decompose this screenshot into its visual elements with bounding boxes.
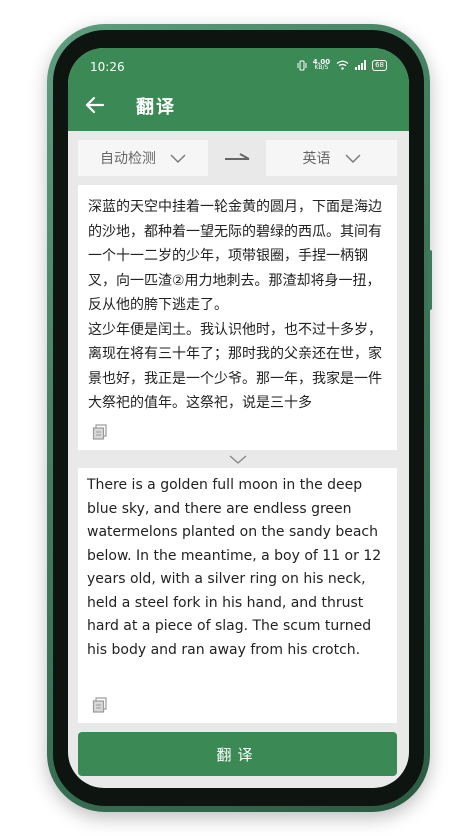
copy-icon[interactable] [92,697,108,713]
app-header: 10:26 4.00 KB/S 68 翻译 [68,48,409,131]
battery-level: 68 [375,60,384,69]
chevron-down-icon [345,154,360,163]
app-screen: 10:26 4.00 KB/S 68 翻译 自动检测 英语 深蓝的天空中挂着一轮… [68,48,409,788]
battery-icon: 68 [372,59,387,71]
back-arrow-icon[interactable] [84,94,106,116]
chevron-down-icon [170,154,186,163]
vibrate-icon [297,60,307,70]
copy-icon[interactable] [92,424,108,440]
status-time: 10:26 [90,60,125,74]
net-speed-unit: KB/S [314,64,329,71]
source-language-dropdown[interactable]: 自动检测 [78,140,208,176]
source-text[interactable]: 深蓝的天空中挂着一轮金黄的圆月，下面是海边的沙地，都种着一望无际的碧绿的西瓜。其… [88,195,388,409]
signal-icon [355,60,367,70]
source-language-label: 自动检测 [100,151,156,167]
result-text-panel: There is a golden full moon in the deep … [78,468,397,723]
power-button [428,250,432,310]
wifi-icon [336,60,349,70]
result-text: There is a golden full moon in the deep … [87,477,382,658]
arrow-right-icon[interactable] [223,148,251,168]
net-speed: 4.00 KB/S [313,59,330,71]
page-title: 翻译 [136,97,176,118]
source-text-panel[interactable]: 深蓝的天空中挂着一轮金黄的圆月，下面是海边的沙地，都种着一望无际的碧绿的西瓜。其… [78,185,397,450]
status-icons: 4.00 KB/S 68 [297,59,387,71]
language-selector: 自动检测 英语 [78,140,397,176]
expand-toggle[interactable] [78,450,397,468]
translate-button[interactable]: 翻译 [78,732,397,776]
target-language-label: 英语 [302,151,331,167]
target-language-dropdown[interactable]: 英语 [266,140,397,176]
chevron-down-icon [229,454,246,464]
